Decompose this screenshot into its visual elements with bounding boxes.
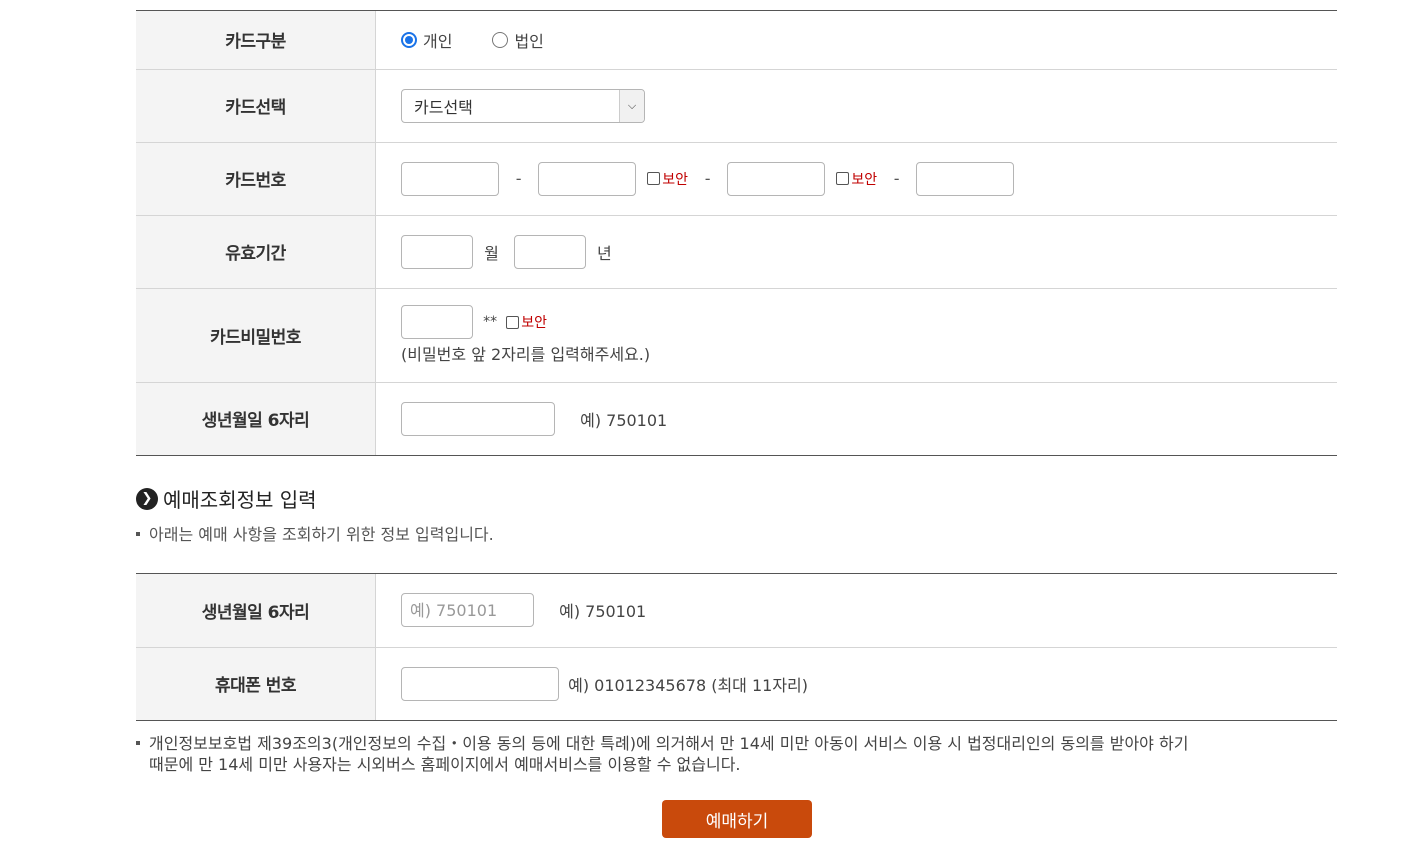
row-card-select: 카드선택 카드선택 ⌵ [136, 69, 1337, 143]
secure-checkbox-password[interactable] [506, 315, 520, 329]
phone-label: 휴대폰 번호 [136, 647, 376, 721]
radio-personal[interactable]: 개인 [401, 28, 452, 52]
radio-corporate-label: 법인 [514, 31, 544, 51]
card-select-label: 카드선택 [136, 69, 376, 143]
card-type-radio-group: 개인 법인 [401, 28, 1337, 52]
inquiry-table: 생년월일 6자리 예) 750101 휴대폰 번호 예) 01012345678… [136, 574, 1337, 721]
birth-input[interactable] [401, 401, 555, 436]
secure-label-3: 보안 [851, 171, 878, 188]
card-select-value: 카드선택 [414, 97, 473, 117]
secure-checkbox-3[interactable] [836, 172, 850, 185]
secure-checkbox-2[interactable] [647, 172, 661, 185]
row-expiry: 유효기간 월 년 [136, 215, 1337, 289]
bullet-icon [136, 740, 140, 745]
expiry-label: 유효기간 [136, 215, 376, 289]
card-password-input[interactable] [401, 305, 473, 339]
row-phone: 휴대폰 번호 예) 01012345678 (최대 11자리) [136, 647, 1337, 721]
radio-corporate-circle[interactable] [492, 31, 509, 48]
inquiry-description-text: 아래는 예매 사항을 조회하기 위한 정보 입력입니다. [149, 525, 494, 544]
payment-table: 카드구분 개인 법인 카드선택 카드선택 ⌵ 카드번호 - 보안 - 보안 - … [136, 11, 1337, 456]
inquiry-description: 아래는 예매 사항을 조회하기 위한 정보 입력입니다. [136, 521, 494, 545]
secure-label-password: 보안 [521, 315, 547, 331]
inquiry-birth-input[interactable] [401, 593, 534, 628]
card-type-label: 카드구분 [136, 11, 376, 70]
card-number-input-3[interactable] [727, 161, 826, 196]
dash-separator: - [704, 169, 711, 188]
radio-personal-circle[interactable] [401, 31, 417, 48]
reserve-button[interactable]: 예매하기 [662, 800, 812, 838]
notice-line-2: 때문에 만 14세 미만 사용자는 시외버스 홈페이지에서 예매서비스를 이용할… [149, 755, 741, 774]
card-select-dropdown[interactable]: 카드선택 ⌵ [401, 88, 645, 123]
year-unit: 년 [597, 243, 612, 263]
row-card-password: 카드비밀번호 ** 보안 (비밀번호 앞 2자리를 입력해주세요.) [136, 288, 1337, 383]
password-mask: ** [483, 314, 498, 330]
privacy-notice: 개인정보보호법 제39조의3(개인정보의 수집・이용 동의 등에 대한 특례)에… [136, 733, 1337, 775]
inquiry-birth-hint: 예) 750101 [559, 602, 647, 622]
birth-hint: 예) 750101 [580, 410, 668, 430]
birth-label: 생년월일 6자리 [136, 382, 376, 456]
card-number-input-1[interactable] [401, 161, 499, 196]
row-card-number: 카드번호 - 보안 - 보안 - [136, 142, 1337, 216]
radio-corporate[interactable]: 법인 [492, 28, 544, 52]
phone-input[interactable] [401, 666, 559, 701]
bullet-icon [136, 531, 140, 536]
row-card-type: 카드구분 개인 법인 [136, 11, 1337, 70]
card-password-label: 카드비밀번호 [136, 288, 376, 383]
row-inquiry-birth: 생년월일 6자리 예) 750101 [136, 574, 1337, 648]
card-number-input-4[interactable] [916, 161, 1015, 196]
payment-form: 카드구분 개인 법인 카드선택 카드선택 ⌵ 카드번호 - 보안 - 보안 - … [136, 10, 1337, 456]
inquiry-title-text: 예매조회정보 입력 [163, 488, 317, 512]
dash-separator: - [893, 169, 900, 188]
chevron-right-icon: ❯ [136, 487, 158, 510]
inquiry-form: 생년월일 6자리 예) 750101 휴대폰 번호 예) 01012345678… [136, 573, 1337, 721]
dash-separator: - [515, 169, 522, 188]
phone-hint: 예) 01012345678 (최대 11자리) [568, 675, 809, 695]
radio-personal-label: 개인 [423, 31, 453, 51]
secure-label-2: 보안 [662, 171, 689, 188]
inquiry-section-title: ❯ 예매조회정보 입력 [136, 484, 317, 513]
expiry-month-input[interactable] [401, 234, 473, 269]
card-number-input-2[interactable] [538, 161, 637, 196]
password-note: (비밀번호 앞 2자리를 입력해주세요.) [401, 345, 651, 364]
card-number-label: 카드번호 [136, 142, 376, 216]
notice-line-1: 개인정보보호법 제39조의3(개인정보의 수집・이용 동의 등에 대한 특례)에… [149, 734, 1189, 753]
month-unit: 월 [484, 243, 499, 263]
chevron-down-icon[interactable]: ⌵ [619, 89, 644, 122]
expiry-year-input[interactable] [513, 234, 586, 269]
inquiry-birth-label: 생년월일 6자리 [136, 574, 376, 648]
row-birth: 생년월일 6자리 예) 750101 [136, 382, 1337, 456]
